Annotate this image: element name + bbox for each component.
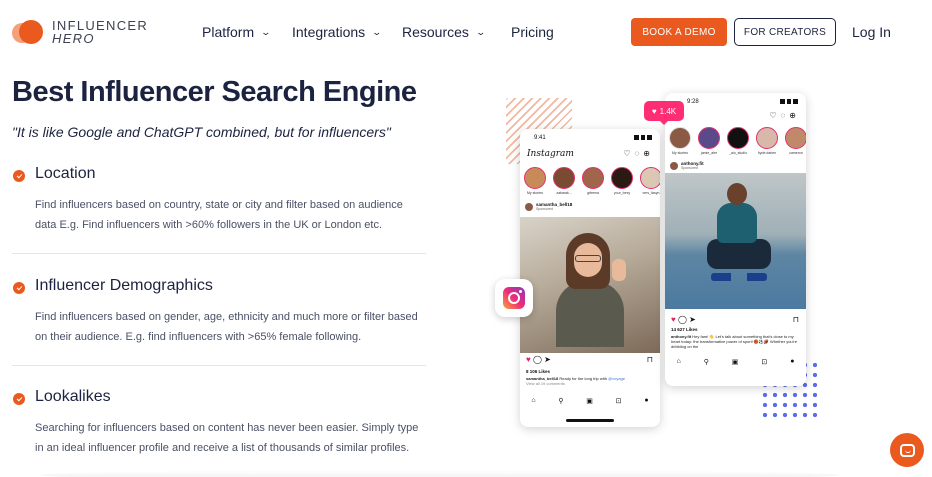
phone-mockup-right: 9:28 ♡◌⊕ My stories jamie_aler _alo_stud… [665, 93, 806, 386]
check-circle-icon [13, 393, 25, 405]
story-item: your_bexy [611, 167, 633, 195]
story-item: cameron [785, 127, 806, 155]
selfie-person-illustration [552, 233, 628, 347]
post-sponsored: Sponsored [681, 166, 698, 170]
chevron-down-icon: ⌄ [475, 26, 486, 37]
avatar [525, 202, 533, 211]
page-title: Best Influencer Search Engine [12, 76, 417, 108]
nav-item-label: Platform [202, 24, 255, 40]
nav-item-label: Integrations [292, 24, 366, 40]
logo-line2: HERO [52, 31, 95, 46]
story-item: My stories [524, 167, 546, 195]
feature-title: Lookalikes [35, 388, 111, 405]
feature-title: Influencer Demographics [35, 277, 213, 294]
ig-header-icons: ♡◌⊕ [623, 149, 654, 158]
instagram-wordmark: Instagram [527, 149, 574, 159]
feature-description: Find influencers based on gender, age, e… [35, 311, 418, 343]
feature-description: Searching for influencers based on conte… [35, 422, 419, 454]
stories-row: My stories zabarak... grfeena your_bexy … [524, 167, 660, 195]
athlete-person-illustration [701, 183, 775, 293]
story-item: jamie_aler [698, 127, 720, 155]
check-circle-icon [13, 170, 25, 182]
story-item: My stories [669, 127, 691, 155]
story-item: vers_fasyn [640, 167, 660, 195]
signal-icon [780, 99, 798, 104]
post-actions: ♥ ◯ ➤ [526, 355, 551, 364]
hero-subtitle: "It is like Google and ChatGPT combined,… [12, 124, 391, 140]
nav-item-pricing[interactable]: Pricing [511, 24, 554, 40]
post-actions: ♥ ◯ ➤ [671, 315, 696, 324]
post-caption: samantha_bell18 Ready for the long trip … [526, 376, 626, 386]
phone-mockup-left: 9:41 Instagram ♡◌⊕ My stories zabarak...… [520, 129, 660, 427]
likes-count: 8 106 Likes [526, 369, 551, 374]
divider [12, 365, 426, 366]
login-link[interactable]: Log In [852, 24, 891, 40]
likes-badge-count: 1.4K [659, 106, 677, 116]
story-item: zabarak... [553, 167, 575, 195]
ig-tab-bar: ⌂ ⚲ ▣ ⊡ ● [676, 358, 795, 366]
story-item: hyde.darien [756, 127, 778, 155]
post-header: samantha_bell18 Sponsored [525, 202, 572, 211]
brand-logo[interactable]: INFLUENCER HERO [12, 17, 148, 47]
post-sponsored: Sponsored [536, 207, 553, 211]
likes-count: 14 627 Likes [671, 327, 698, 332]
status-time: 9:41 [534, 135, 546, 141]
chat-bubble-icon [899, 443, 915, 457]
section-shadow [40, 470, 840, 477]
nav-item-resources[interactable]: Resources ⌄ [402, 24, 486, 40]
feature-description: Find influencers based on country, state… [35, 199, 403, 231]
nav-item-integrations[interactable]: Integrations ⌄ [292, 24, 383, 40]
home-indicator [566, 419, 614, 422]
story-item: grfeena [582, 167, 604, 195]
story-item: _alo_studio [727, 127, 749, 155]
logo-mark-icon [12, 17, 44, 47]
ig-header-icons: ♡◌⊕ [769, 111, 800, 120]
instagram-icon [495, 279, 533, 317]
likes-notification-badge: ♥ 1.4K [644, 101, 684, 125]
stories-row: My stories jamie_aler _alo_studio hyde.d… [669, 127, 806, 155]
chat-launcher-button[interactable] [890, 433, 924, 467]
heart-icon: ♥ [651, 106, 657, 116]
avatar [670, 161, 678, 170]
book-demo-button[interactable]: BOOK A DEMO [631, 18, 727, 46]
post-header: anthony.fit Sponsored [670, 161, 704, 170]
status-time: 9:28 [687, 99, 699, 105]
nav-item-label: Resources [402, 24, 469, 40]
nav-item-platform[interactable]: Platform ⌄ [202, 24, 272, 40]
feature-title: Location [35, 165, 96, 182]
nav-item-label: Pricing [511, 24, 554, 40]
bookmark-icon: ⊓ [792, 315, 799, 324]
signal-icon [634, 135, 652, 140]
ig-tab-bar: ⌂ ⚲ ▣ ⊡ ● [531, 397, 649, 405]
chevron-down-icon: ⌄ [371, 26, 383, 37]
chevron-down-icon: ⌄ [260, 26, 272, 37]
check-circle-icon [13, 282, 25, 294]
post-caption: anthony.fit Hey fam! 👋 Let's talk about … [671, 334, 797, 349]
top-nav: INFLUENCER HERO Platform ⌄ Integrations … [0, 0, 932, 64]
for-creators-button[interactable]: FOR CREATORS [734, 18, 836, 46]
divider [12, 253, 426, 254]
bookmark-icon: ⊓ [646, 355, 653, 364]
logo-wordmark: INFLUENCER HERO [52, 19, 148, 45]
